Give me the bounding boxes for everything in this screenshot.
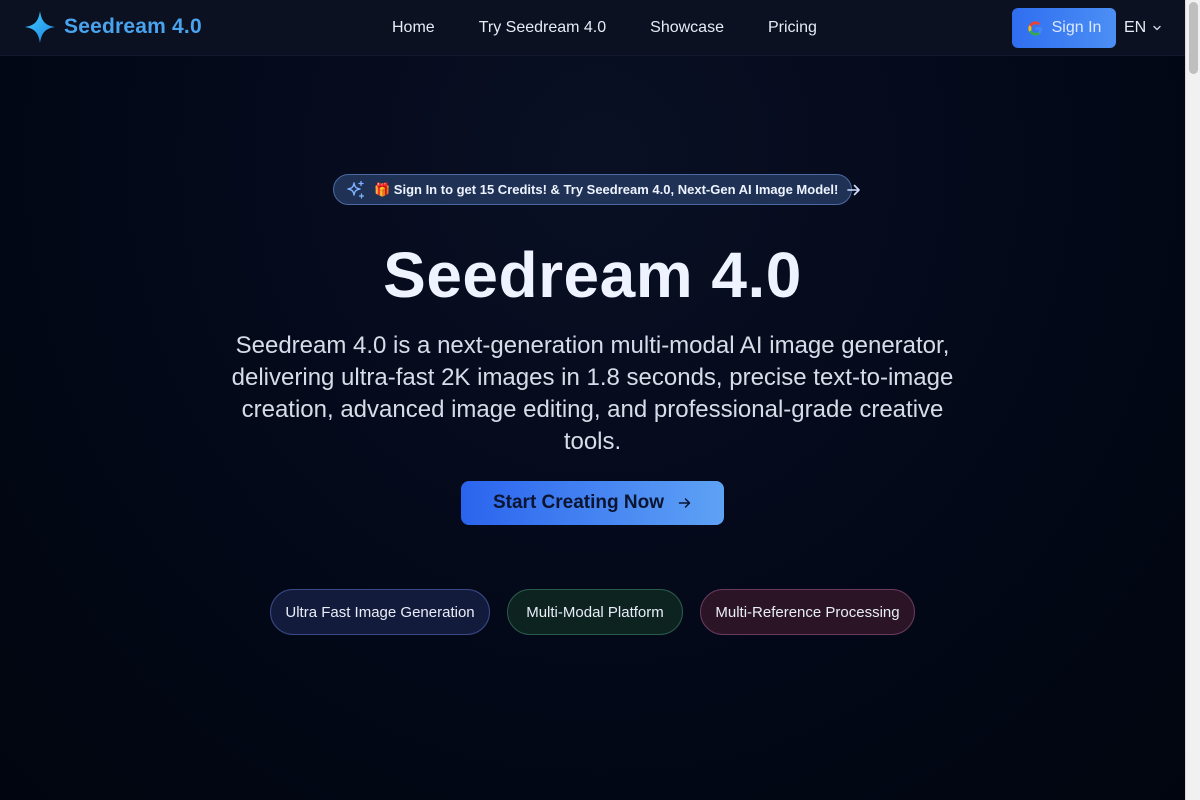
language-label: EN bbox=[1124, 19, 1147, 36]
arrow-right-icon bbox=[678, 498, 691, 508]
feature-pill-multi-modal: Multi-Modal Platform bbox=[507, 589, 683, 635]
page-scrollbar[interactable] bbox=[1185, 0, 1200, 800]
nav-item-try-seedream[interactable]: Try Seedream 4.0 bbox=[457, 19, 628, 37]
arrow-right-icon bbox=[847, 184, 861, 195]
page: Seedream 4.0 Home Try Seedream 4.0 Showc… bbox=[0, 0, 1200, 800]
feature-pills: Ultra Fast Image Generation Multi-Modal … bbox=[0, 589, 1185, 635]
nav-item-pricing[interactable]: Pricing bbox=[746, 19, 839, 37]
brand-name: Seedream 4.0 bbox=[64, 15, 202, 38]
announcement-banner[interactable]: 🎁 Sign In to get 15 Credits! & Try Seedr… bbox=[333, 174, 861, 205]
brand-logo-link[interactable]: Seedream 4.0 bbox=[24, 10, 202, 44]
google-icon bbox=[1028, 20, 1042, 36]
feature-pill-ultra-fast: Ultra Fast Image Generation bbox=[270, 589, 490, 635]
hero-title: Seedream 4.0 bbox=[383, 239, 802, 311]
scrollbar-thumb[interactable] bbox=[1189, 2, 1198, 74]
nav-item-home[interactable]: Home bbox=[370, 19, 457, 37]
feature-pill-multi-reference: Multi-Reference Processing bbox=[700, 589, 915, 635]
main-nav: Home Try Seedream 4.0 Showcase Pricing bbox=[370, 0, 839, 56]
announcement-text: 🎁 Sign In to get 15 Credits! & Try Seedr… bbox=[374, 181, 839, 197]
hero-description: Seedream 4.0 is a next-generation multi-… bbox=[231, 332, 954, 455]
language-selector[interactable]: EN bbox=[1124, 0, 1162, 56]
nav-item-showcase[interactable]: Showcase bbox=[628, 19, 746, 37]
chevron-down-icon bbox=[1153, 25, 1161, 31]
sparkles-icon bbox=[347, 180, 365, 199]
top-navbar: Seedream 4.0 Home Try Seedream 4.0 Showc… bbox=[0, 0, 1185, 56]
start-creating-button[interactable]: Start Creating Now bbox=[461, 481, 724, 525]
four-point-star-icon bbox=[25, 11, 55, 43]
sign-in-label: Sign In bbox=[1051, 19, 1102, 36]
start-creating-label: Start Creating Now bbox=[492, 492, 665, 513]
sign-in-button[interactable]: Sign In bbox=[1012, 8, 1116, 48]
